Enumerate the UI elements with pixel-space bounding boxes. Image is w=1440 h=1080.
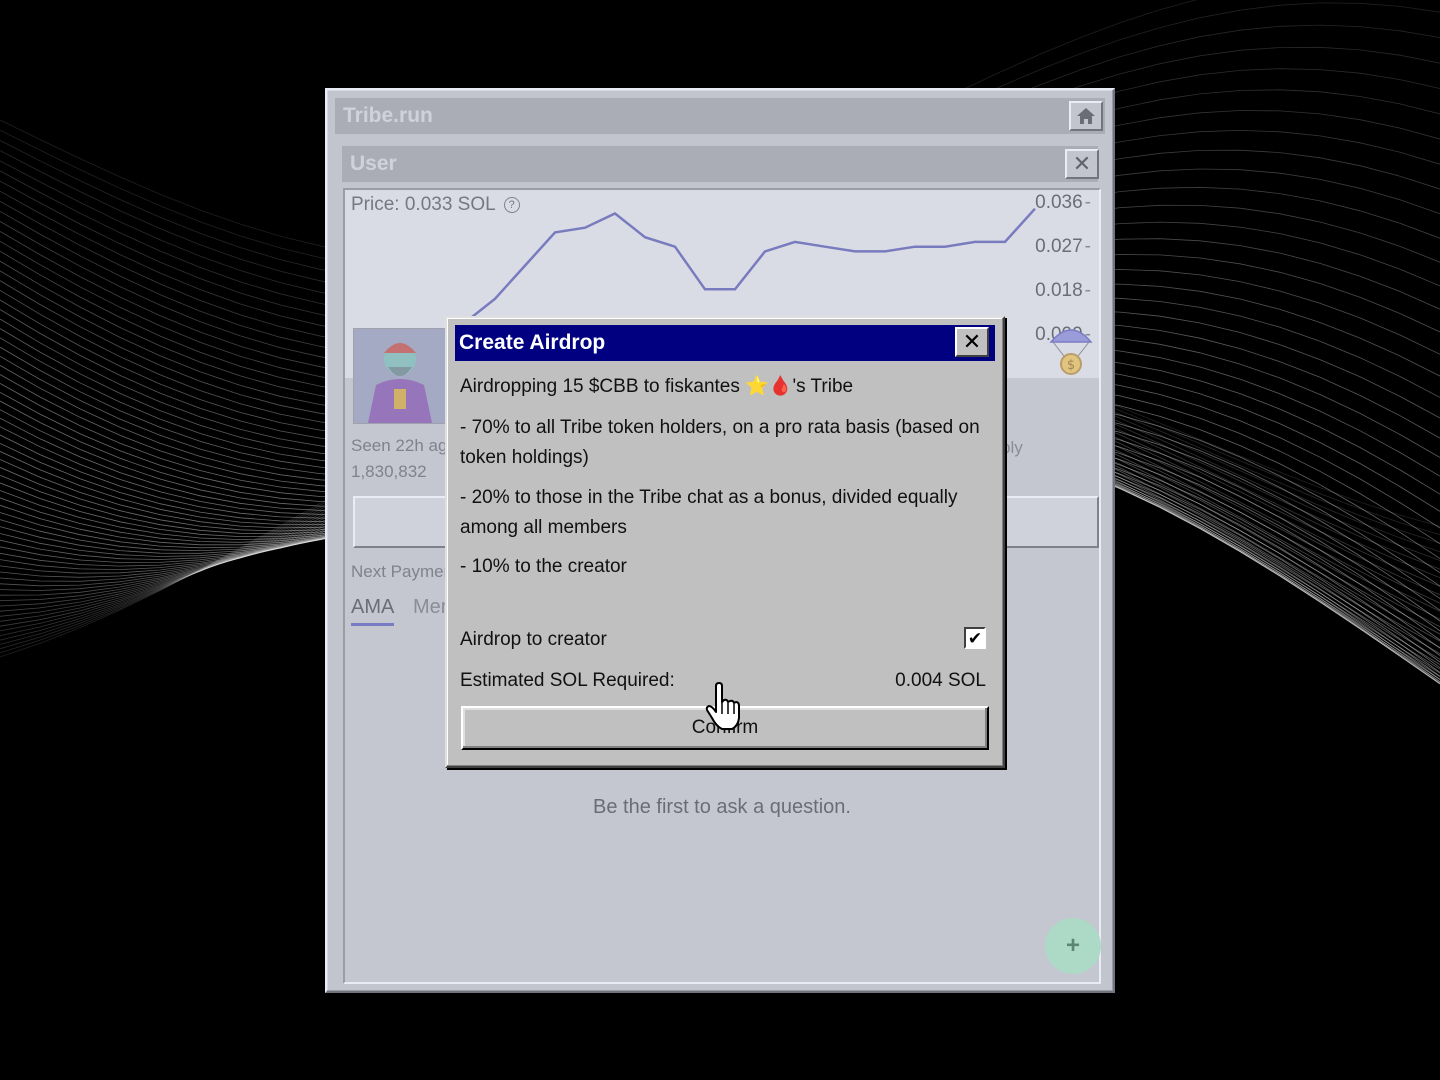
airdrop-summary: Airdropping 15 $CBB to fiskantes ⭐🩸's Tr… [460,376,854,397]
next-payment-label: Next Paymen [351,562,454,581]
user-avatar[interactable] [353,328,447,424]
dialog-titlebar: Create Airdrop [455,325,995,361]
airdrop-to-creator-checkbox[interactable]: ✔ [964,627,986,649]
check-icon: ✔ [967,628,983,648]
y-tick-label: 0.036 [1035,192,1091,214]
home-button[interactable] [1069,101,1103,131]
close-icon: ✕ [962,329,982,354]
distribution-chat: - 20% to those in the Tribe chat as a bo… [460,487,958,538]
help-icon[interactable]: ? [503,197,520,213]
holder-count: 1,830,832 [351,462,427,481]
window-titlebar: Tribe.run [335,98,1105,134]
avatar-figure [354,329,446,423]
last-seen: Seen 22h ag [351,436,448,455]
estimated-sol-value: 0.004 SOL [895,670,986,691]
dialog-title: Create Airdrop [459,331,606,354]
window-title: Tribe.run [343,104,433,127]
y-tick-label: 0.018 [1035,280,1091,302]
action-button-left[interactable] [353,496,449,548]
user-panel-titlebar: User [342,146,1098,182]
plus-icon: + [1065,932,1080,959]
y-tick-label: 0.027 [1035,236,1091,258]
home-icon [1077,108,1095,124]
estimated-sol-label: Estimated SOL Required: [460,670,675,691]
user-panel-title: User [350,152,397,175]
parachute-coin-icon[interactable]: $ [1047,324,1095,376]
airdrop-to-creator-label: Airdrop to creator [460,629,607,650]
empty-questions-message: Be the first to ask a question. [593,796,851,818]
hand-pointer-icon [705,682,740,730]
close-icon: ✕ [1072,151,1092,176]
dialog-close-button[interactable]: ✕ [955,327,989,357]
distribution-creator: - 10% to the creator [460,556,627,577]
add-button[interactable]: + [1045,918,1101,974]
user-panel-close-button[interactable]: ✕ [1065,149,1099,179]
price-label: Price: 0.033 SOL? [351,194,520,216]
svg-text:$: $ [1067,358,1075,373]
price-text: Price: 0.033 SOL [351,194,496,215]
tab-members[interactable]: Mer [413,596,447,619]
distribution-holders: - 70% to all Tribe token holders, on a p… [460,417,980,468]
tab-ama[interactable]: AMA [351,596,395,626]
action-button-right[interactable] [995,496,1099,548]
